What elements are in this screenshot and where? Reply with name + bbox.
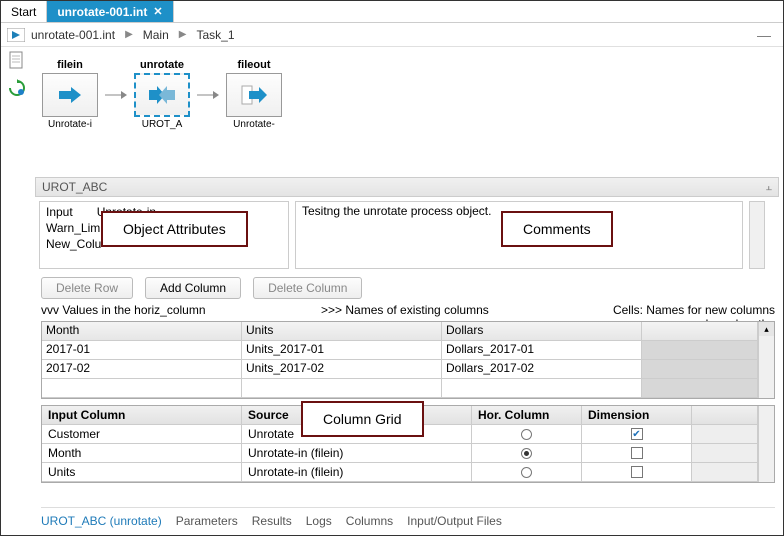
refresh-icon[interactable] xyxy=(8,79,26,97)
document-icon[interactable] xyxy=(8,51,26,69)
breadcrumb-task[interactable]: Task_1 xyxy=(196,28,234,42)
fileout-arrow-icon xyxy=(241,85,267,105)
checkbox-cell[interactable]: ✔ xyxy=(582,425,692,444)
connector xyxy=(197,89,219,101)
attr-key: Input xyxy=(46,204,73,220)
connector xyxy=(105,89,127,101)
checkbox-cell[interactable] xyxy=(582,444,692,463)
scrollbar-vertical[interactable] xyxy=(758,341,774,360)
detail-tab-io-files[interactable]: Input/Output Files xyxy=(407,514,502,528)
run-icon[interactable] xyxy=(7,28,25,42)
grid-cell[interactable]: Month xyxy=(42,444,242,463)
tab-active-label: unrotate-001.int xyxy=(57,5,147,19)
grid-cell[interactable]: 2017-02 xyxy=(42,360,242,379)
grid-cell[interactable]: Dollars_2017-02 xyxy=(442,360,642,379)
detail-tab-parameters[interactable]: Parameters xyxy=(176,514,238,528)
scrollbar-vertical[interactable] xyxy=(749,201,765,269)
grid-button-row: Delete Row Add Column Delete Column xyxy=(41,277,362,299)
col-spacer xyxy=(642,322,758,341)
comments-text: Tesitng the unrotate process object. xyxy=(302,204,491,218)
grid-cell[interactable]: 2017-01 xyxy=(42,341,242,360)
delete-column-button[interactable]: Delete Column xyxy=(253,277,362,299)
col-header[interactable]: Units xyxy=(242,322,442,341)
grid-cell xyxy=(642,360,758,379)
checkbox-cell[interactable] xyxy=(582,463,692,482)
add-column-button[interactable]: Add Column xyxy=(145,277,241,299)
node-unrotate[interactable]: unrotate UROT_A xyxy=(133,59,191,130)
chevron-right-icon: ▶ xyxy=(121,29,137,40)
radio-cell[interactable] xyxy=(472,463,582,482)
col-header[interactable]: Source xyxy=(242,406,472,425)
node-title: unrotate xyxy=(140,59,184,71)
grid-cell[interactable]: Dollars_2017-01 xyxy=(442,341,642,360)
close-icon[interactable]: ✕ xyxy=(153,5,162,18)
grid-cell[interactable]: Unrotate-in (filein) xyxy=(242,463,472,482)
object-attributes-list[interactable]: Input Unrotate-in Warn_Limi New_Colu xyxy=(39,201,289,269)
grid-cell xyxy=(642,341,758,360)
attr-key: New_Colu xyxy=(46,236,101,252)
file-tab-strip: Start unrotate-001.int ✕ xyxy=(1,1,783,23)
col-header[interactable]: Dimension xyxy=(582,406,692,425)
attr-key: Warn_Limi xyxy=(46,220,103,236)
grid-cell[interactable] xyxy=(42,379,242,398)
scrollbar-vertical[interactable] xyxy=(758,360,774,379)
grid-cell xyxy=(642,379,758,398)
chevron-right-icon: ▶ xyxy=(175,29,191,40)
detail-tab-strip: UROT_ABC (unrotate) Parameters Results L… xyxy=(41,507,775,529)
panel-title: UROT_ABC xyxy=(42,180,107,194)
node-label: Unrotate- xyxy=(233,119,275,130)
grid-cell[interactable]: Unrotate-in (filein) xyxy=(242,444,472,463)
unrotate-icon xyxy=(147,84,177,106)
node-label: Unrotate-i xyxy=(48,119,92,130)
filein-arrow-icon xyxy=(57,85,83,105)
pin-icon[interactable]: ⫠ xyxy=(765,181,772,194)
detail-tab-logs[interactable]: Logs xyxy=(306,514,332,528)
grid-cell[interactable] xyxy=(242,379,442,398)
col-spacer xyxy=(692,406,758,425)
node-title: fileout xyxy=(238,59,271,71)
grid-cell[interactable]: Units_2017-01 xyxy=(242,341,442,360)
workflow-canvas[interactable]: filein Unrotate-i unrotate UROT_A fileou… xyxy=(35,51,779,161)
node-fileout[interactable]: fileout Unrotate- xyxy=(225,59,283,130)
attributes-comments-row: Input Unrotate-in Warn_Limi New_Colu Tesi… xyxy=(39,201,765,269)
scrollbar-vertical[interactable] xyxy=(758,379,774,398)
scrollbar-vertical[interactable] xyxy=(758,406,774,425)
breadcrumb-bar: unrotate-001.int ▶ Main ▶ Task_1 — xyxy=(1,23,783,47)
breadcrumb-main[interactable]: Main xyxy=(143,28,169,42)
breadcrumb-file[interactable]: unrotate-001.int xyxy=(31,28,115,42)
grid-cell[interactable]: Units_2017-02 xyxy=(242,360,442,379)
node-filein[interactable]: filein Unrotate-i xyxy=(41,59,99,130)
column-grid[interactable]: Input Column Source Hor. Column Dimensio… xyxy=(41,405,775,483)
property-panel-header: UROT_ABC ⫠ xyxy=(35,177,779,197)
minimize-icon[interactable]: — xyxy=(757,27,777,43)
tab-active-file[interactable]: unrotate-001.int ✕ xyxy=(47,1,173,22)
radio-cell[interactable] xyxy=(472,444,582,463)
detail-tab-results[interactable]: Results xyxy=(252,514,292,528)
radio-cell[interactable] xyxy=(472,425,582,444)
node-label: UROT_A xyxy=(142,119,183,130)
grid-cell[interactable]: Customer xyxy=(42,425,242,444)
grid-cell[interactable] xyxy=(442,379,642,398)
col-header[interactable]: Month xyxy=(42,322,242,341)
comments-field[interactable]: Tesitng the unrotate process object. xyxy=(295,201,743,269)
values-grid[interactable]: Month Units Dollars ▴ 2017-01 Units_2017… xyxy=(41,321,775,399)
side-toolbar xyxy=(5,51,29,97)
detail-tab-urot[interactable]: UROT_ABC (unrotate) xyxy=(41,514,162,528)
grid-cell[interactable]: Units xyxy=(42,463,242,482)
col-header[interactable]: Dollars xyxy=(442,322,642,341)
col-header[interactable]: Input Column xyxy=(42,406,242,425)
detail-tab-columns[interactable]: Columns xyxy=(346,514,393,528)
col-header[interactable]: Hor. Column xyxy=(472,406,582,425)
delete-row-button[interactable]: Delete Row xyxy=(41,277,133,299)
attr-val: Unrotate-in xyxy=(97,204,156,220)
grid-cell[interactable]: Unrotate xyxy=(242,425,472,444)
scrollbar-vertical[interactable]: ▴ xyxy=(758,322,774,341)
tab-start[interactable]: Start xyxy=(1,1,47,22)
node-title: filein xyxy=(57,59,83,71)
